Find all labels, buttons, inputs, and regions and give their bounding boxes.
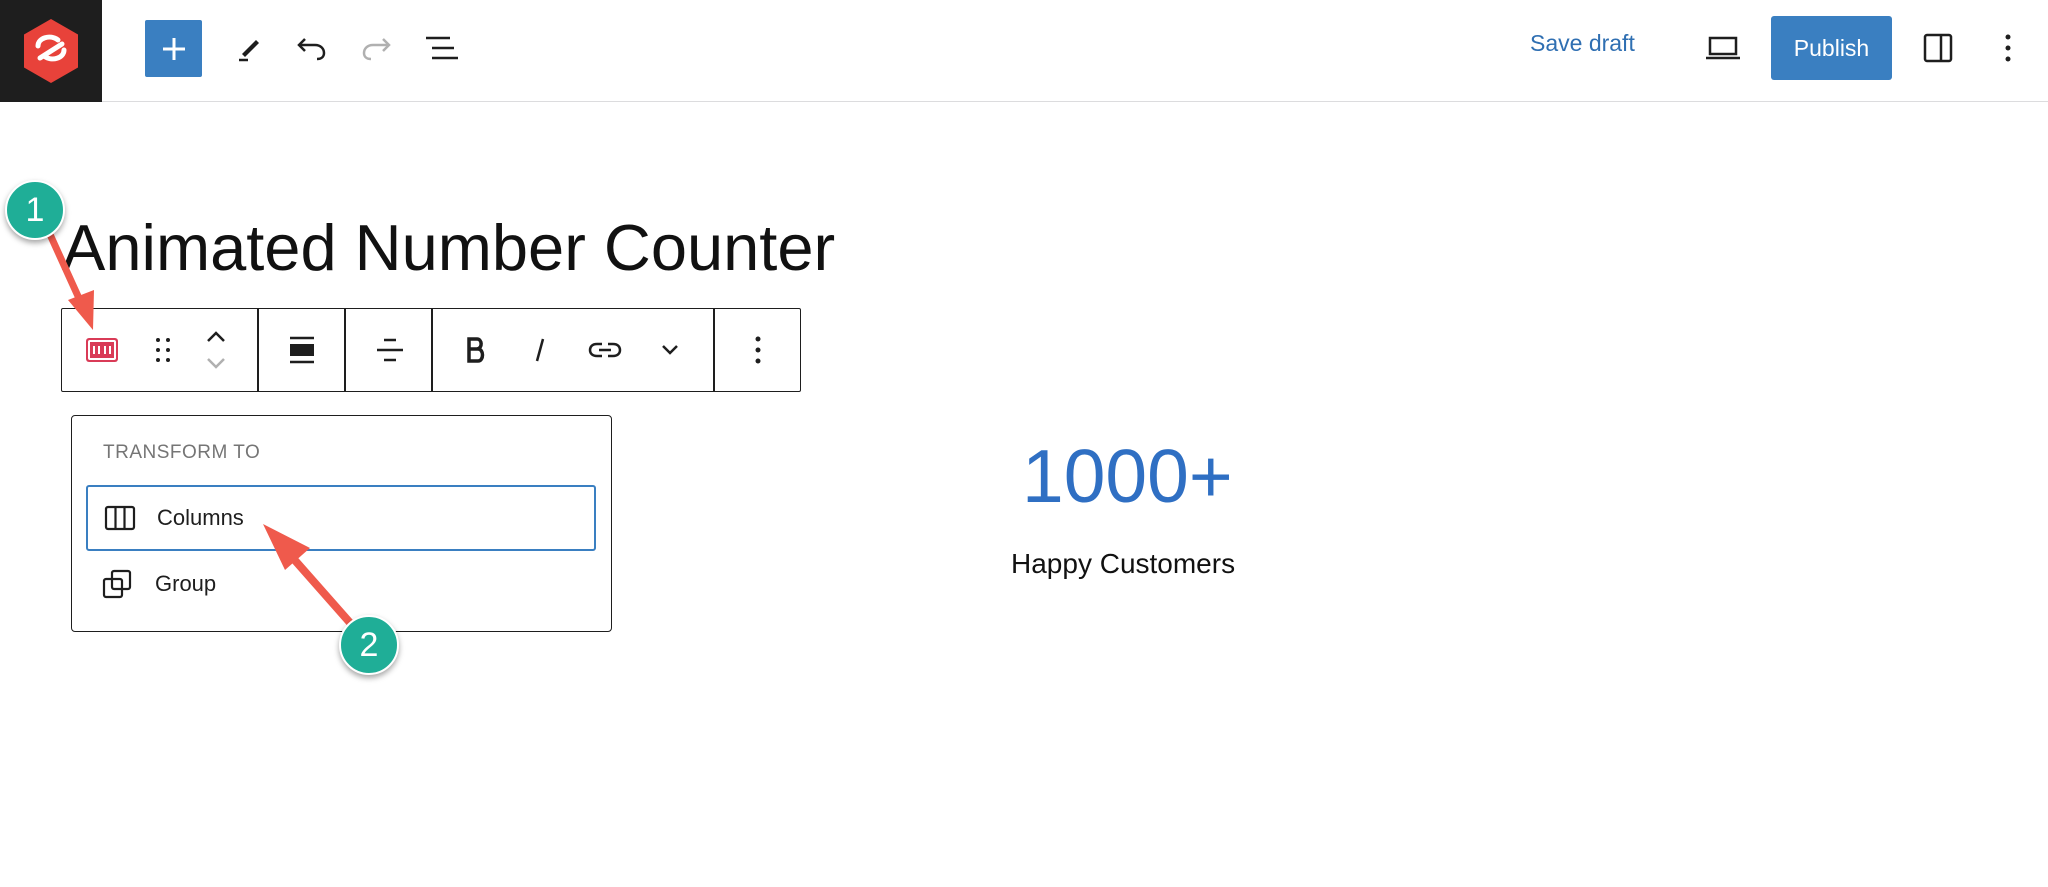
plus-icon: [162, 37, 185, 60]
align-wide-icon: [290, 336, 314, 364]
more-options-icon: [755, 336, 761, 364]
settings-sidebar-button[interactable]: [1918, 28, 1958, 68]
save-draft-button[interactable]: Save draft: [1530, 30, 1635, 57]
align-center-icon: [377, 338, 403, 362]
text-align-button[interactable]: [370, 309, 410, 391]
toolbar-divider: [713, 309, 715, 391]
sidebar-icon: [1923, 33, 1953, 63]
kebab-menu-icon: [2005, 34, 2011, 62]
block-options-button[interactable]: [738, 309, 778, 391]
options-menu-button[interactable]: [1996, 28, 2020, 68]
post-title[interactable]: Animated Number Counter: [62, 210, 835, 285]
annotation-badge-1: 1: [5, 180, 65, 240]
italic-button[interactable]: [520, 309, 560, 391]
counter-number[interactable]: 1000+: [1022, 433, 1233, 519]
transform-option-label: Group: [155, 571, 217, 596]
document-overview-button[interactable]: [420, 28, 464, 68]
move-down-icon[interactable]: [204, 355, 228, 371]
columns-icon: [104, 505, 138, 531]
undo-icon: [297, 38, 326, 61]
preview-button[interactable]: [1703, 28, 1743, 68]
drag-handle[interactable]: [148, 309, 178, 391]
link-button[interactable]: [584, 309, 626, 391]
bold-button[interactable]: [456, 309, 496, 391]
undo-button[interactable]: [292, 28, 332, 68]
add-block-button[interactable]: [145, 20, 202, 77]
editor-header: Save draft Publish: [0, 0, 2048, 102]
move-buttons: [196, 309, 236, 391]
laptop-icon: [1706, 36, 1740, 60]
group-icon: [102, 569, 136, 599]
more-formatting-button[interactable]: [650, 309, 690, 391]
logo-icon: [24, 19, 78, 83]
counter-block-icon: [86, 338, 118, 362]
publish-button[interactable]: Publish: [1771, 16, 1892, 80]
toolbar-divider: [257, 309, 259, 391]
pencil-icon: [239, 40, 259, 62]
bold-icon: [467, 337, 485, 363]
counter-label[interactable]: Happy Customers: [1011, 548, 1235, 580]
site-logo[interactable]: [0, 0, 102, 102]
align-button[interactable]: [282, 309, 322, 391]
transform-option-columns[interactable]: Columns: [86, 485, 596, 551]
list-view-icon: [426, 36, 458, 60]
transform-dropdown: TRANSFORM TO Columns Group: [71, 415, 612, 632]
toolbar-divider: [344, 309, 346, 391]
transform-option-label: Columns: [157, 505, 244, 530]
chevron-down-icon: [662, 345, 678, 355]
toolbar-divider: [431, 309, 433, 391]
block-toolbar: [61, 308, 801, 392]
tools-button[interactable]: [230, 28, 270, 68]
annotation-badge-2: 2: [339, 615, 399, 675]
transform-heading: TRANSFORM TO: [103, 442, 261, 463]
transform-option-group[interactable]: Group: [86, 551, 596, 617]
move-up-icon[interactable]: [204, 329, 228, 345]
redo-button[interactable]: [356, 28, 396, 68]
block-type-button[interactable]: [82, 309, 122, 391]
italic-icon: [535, 338, 545, 362]
drag-handle-icon: [156, 338, 170, 362]
link-icon: [588, 342, 622, 358]
redo-icon: [362, 38, 391, 61]
